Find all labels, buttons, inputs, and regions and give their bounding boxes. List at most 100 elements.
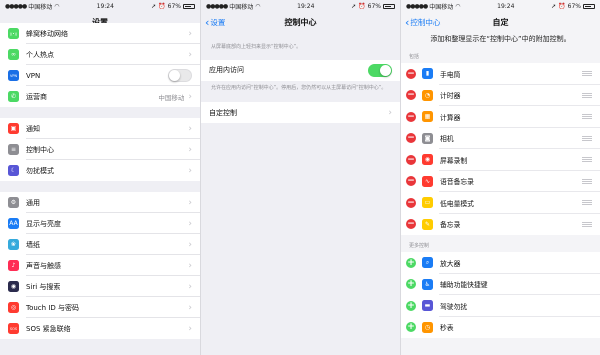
settings-row[interactable]: ((•)) 蜂窝移动网络 ›: [0, 23, 200, 44]
reorder-handle-icon[interactable]: [582, 114, 592, 120]
back-label: 设置: [210, 17, 226, 27]
add-control-button[interactable]: +: [406, 257, 416, 268]
chevron-right-icon: ›: [188, 197, 192, 208]
stopwatch-icon: ◷: [422, 321, 433, 333]
toggle-knob: [169, 70, 180, 81]
status-right: ➚ ⏰ 67%: [551, 3, 595, 10]
chevron-right-icon: ›: [188, 49, 192, 60]
in-app-access-toggle[interactable]: [368, 63, 392, 77]
vpn-toggle[interactable]: [168, 69, 192, 82]
settings-row[interactable]: ∞ 个人热点 ›: [0, 44, 200, 65]
control-row-label: 计时器: [440, 92, 461, 101]
back-label: 控制中心: [410, 17, 441, 27]
carrier-label: 中国移动: [28, 3, 53, 11]
reorder-handle-icon[interactable]: [582, 135, 592, 141]
notification-icon: ▣: [8, 123, 19, 134]
settings-row[interactable]: ☾ 勿扰模式 ›: [0, 160, 200, 181]
control-center-icon: ≡: [8, 144, 19, 155]
status-time: 19:24: [497, 2, 515, 10]
remove-control-button[interactable]: −: [406, 197, 416, 208]
settings-row[interactable]: ◉ Siri 与搜索 ›: [0, 276, 200, 297]
location-icon: ➚: [151, 2, 157, 10]
control-row-label: 秒表: [440, 324, 454, 333]
settings-row-label: Touch ID 与密码: [26, 303, 79, 312]
in-app-access-label: 应用内访问: [209, 66, 244, 74]
settings-row[interactable]: ✆ 运营商 中国移动 ›: [0, 86, 200, 107]
settings-row[interactable]: ◎ Touch ID 与密码 ›: [0, 297, 200, 318]
status-left: ●●●●● 中国移动 ◠: [5, 2, 59, 11]
reorder-handle-icon[interactable]: [582, 157, 592, 163]
chevron-right-icon: ›: [188, 144, 192, 155]
carrier-label: 中国移动: [229, 3, 254, 11]
add-control-button[interactable]: +: [406, 322, 416, 333]
settings-row[interactable]: ≡ 控制中心 ›: [0, 139, 200, 160]
customize-controls-label: 自定控制: [209, 108, 237, 117]
settings-row-label: Siri 与搜索: [26, 282, 61, 291]
sos-icon: SOS: [8, 323, 19, 334]
voice-memo-icon: ∿: [422, 175, 433, 187]
control-row-label: 语音备忘录: [440, 178, 474, 187]
control-row: + ♿ 辅助功能快捷键: [401, 273, 600, 295]
swipe-hint: 从屏幕底部向上轻扫来显示“控制中心”。: [211, 44, 302, 50]
control-row-label: 低电量模式: [440, 199, 474, 208]
page-title: 控制中心: [284, 17, 317, 27]
antenna-icon: ((•)): [8, 28, 19, 39]
control-row: − ▦ 计算器: [401, 106, 600, 128]
settings-row-label: 墙纸: [26, 240, 40, 249]
status-bar: ●●●●● 中国移动 ◠ 19:24 ➚ ⏰ 67%: [401, 0, 600, 12]
remove-control-button[interactable]: −: [406, 68, 416, 79]
signal-icon: ●●●●●: [206, 2, 228, 10]
settings-row[interactable]: ⚙ 通用 ›: [0, 192, 200, 213]
remove-control-button[interactable]: −: [406, 219, 416, 230]
notes-icon: ✎: [422, 218, 433, 230]
settings-row-label: 声音与触感: [26, 261, 61, 270]
settings-row[interactable]: ❀ 墙纸 ›: [0, 234, 200, 255]
control-row: − ◔ 计时器: [401, 84, 600, 106]
reorder-handle-icon[interactable]: [582, 200, 592, 206]
back-button[interactable]: ‹ 控制中心: [405, 12, 440, 32]
battery-icon: [182, 3, 195, 9]
reorder-handle-icon[interactable]: [582, 71, 592, 77]
toggle-knob: [380, 64, 391, 76]
reorder-handle-icon[interactable]: [582, 221, 592, 227]
low-power-icon: ▭: [422, 197, 433, 209]
customize-controls-row[interactable]: 自定控制 ›: [201, 102, 400, 123]
location-icon: ➚: [551, 2, 557, 10]
status-bar: ●●●●● 中国移动 ◠ 19:24 ➚ ⏰ 67%: [0, 0, 200, 12]
settings-row[interactable]: AA 显示与亮度 ›: [0, 213, 200, 234]
add-control-button[interactable]: +: [406, 300, 416, 311]
calculator-icon: ▦: [422, 111, 433, 123]
settings-row[interactable]: ♪ 声音与触感 ›: [0, 255, 200, 276]
settings-row[interactable]: SOS SOS 紧急联络 ›: [0, 318, 200, 339]
remove-control-button[interactable]: −: [406, 90, 416, 101]
signal-icon: ●●●●●: [5, 2, 27, 10]
battery-icon: [382, 3, 395, 9]
settings-row-label: 控制中心: [26, 145, 54, 154]
customize-group: 自定控制 ›: [201, 102, 400, 123]
display-icon: AA: [8, 218, 19, 229]
remove-control-button[interactable]: −: [406, 133, 416, 144]
chevron-right-icon: ›: [188, 28, 192, 39]
settings-row[interactable]: ▣ 通知 ›: [0, 118, 200, 139]
back-button[interactable]: ‹ 设置: [205, 12, 225, 32]
control-row-label: 驾驶勿扰: [440, 302, 468, 311]
reorder-handle-icon[interactable]: [582, 178, 592, 184]
reorder-handle-icon[interactable]: [582, 92, 592, 98]
alarm-icon: ⏰: [558, 2, 566, 10]
remove-control-button[interactable]: −: [406, 111, 416, 122]
settings-group-general: ⚙ 通用 › AA 显示与亮度 › ❀ 墙纸 › ♪ 声音与触感 › ◉ Siri 与搜索 › ◎ Touch …: [0, 192, 200, 339]
control-center-screen: ●●●●● 中国移动 ◠ 19:24 ➚ ⏰ 67% ‹ 设置 控制中心 从屏幕…: [200, 0, 400, 355]
add-control-button[interactable]: +: [406, 279, 416, 290]
chevron-right-icon: ›: [388, 107, 392, 118]
sound-icon: ♪: [8, 260, 19, 271]
settings-row[interactable]: VPN VPN: [0, 65, 200, 86]
gear-icon: ⚙: [8, 197, 19, 208]
signal-icon: ●●●●●: [406, 2, 428, 10]
settings-row-label: 显示与亮度: [26, 219, 61, 228]
settings-row-label: 勿扰模式: [26, 166, 54, 175]
remove-control-button[interactable]: −: [406, 154, 416, 165]
remove-control-button[interactable]: −: [406, 176, 416, 187]
control-row: + ▬ 驾驶勿扰: [401, 295, 600, 317]
status-bar: ●●●●● 中国移动 ◠ 19:24 ➚ ⏰ 67%: [201, 0, 400, 12]
settings-row-label: 运营商: [26, 92, 47, 101]
